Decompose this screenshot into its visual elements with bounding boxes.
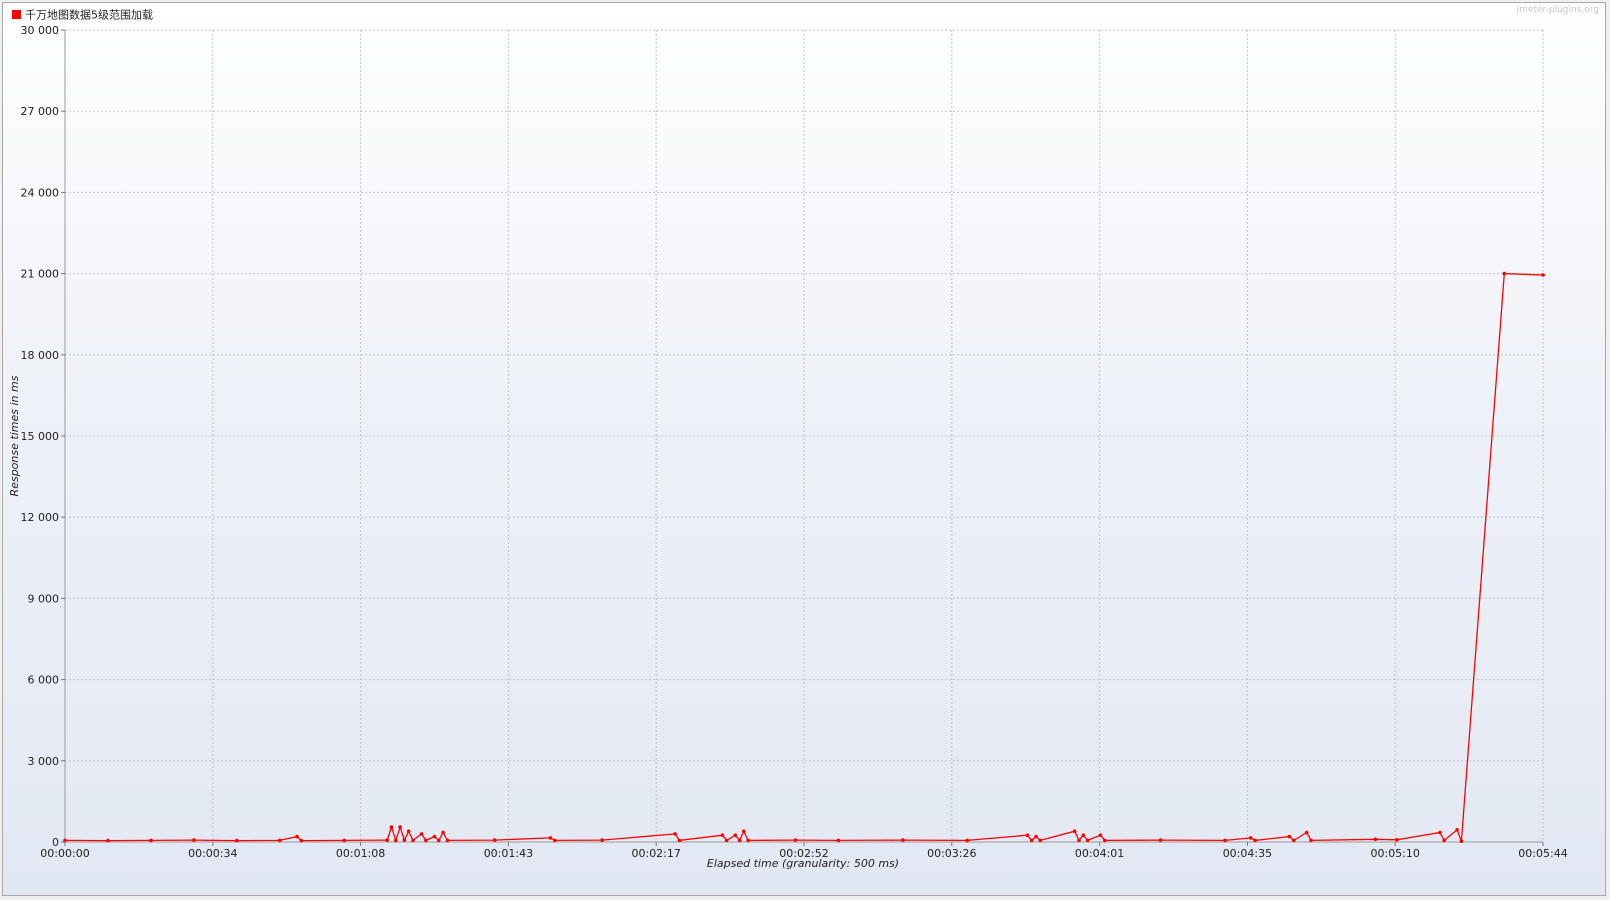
data-point: [1081, 833, 1086, 837]
y-tick-label: 24 000: [21, 186, 60, 199]
data-point: [398, 825, 402, 829]
x-tick-label: 00:05:10: [1370, 847, 1419, 860]
data-point: [673, 832, 677, 836]
data-point: [1455, 828, 1459, 832]
data-point: [1158, 838, 1163, 842]
data-point: [733, 833, 738, 837]
data-point: [600, 838, 604, 842]
data-point: [492, 838, 497, 842]
data-point: [389, 825, 394, 829]
y-tick-label: 18 000: [21, 349, 60, 362]
legend: 千万地图数据5级范围加载: [12, 8, 153, 22]
data-point: [553, 838, 557, 843]
data-point: [432, 834, 437, 839]
data-point: [1029, 838, 1034, 843]
data-point: [836, 838, 841, 843]
x-tick-label: 00:00:00: [40, 847, 89, 860]
y-tick-label: 27 000: [21, 105, 60, 118]
x-tick-label: 00:01:43: [484, 847, 533, 860]
data-point: [149, 838, 153, 843]
data-point: [1098, 833, 1103, 837]
data-point: [1072, 829, 1077, 833]
data-point: [394, 838, 398, 843]
data-point: [737, 838, 742, 843]
data-point: [295, 834, 299, 839]
data-point: [1395, 838, 1399, 842]
data-point: [1077, 838, 1081, 843]
grid: [65, 29, 1544, 842]
data-point: [742, 829, 746, 833]
y-tick-label: 15 000: [21, 430, 60, 443]
y-tick-label: 12 000: [21, 511, 60, 524]
data-point: [1034, 834, 1038, 839]
x-axis-title: Elapsed time (granularity: 500 ms): [707, 857, 899, 870]
data-point: [1459, 839, 1464, 843]
data-point: [419, 832, 424, 836]
data-point: [385, 838, 390, 842]
data-point: [437, 838, 441, 843]
data-point: [1438, 830, 1442, 835]
x-tick-label: 00:02:17: [631, 847, 680, 860]
data-point: [402, 838, 407, 842]
data-point: [1085, 838, 1090, 843]
x-tick-label: 00:04:35: [1223, 847, 1272, 860]
data-point: [406, 829, 411, 833]
data-point: [677, 838, 682, 843]
data-point: [1373, 837, 1378, 842]
data-point: [901, 838, 905, 842]
data-point: [1309, 838, 1313, 843]
data-point: [1541, 273, 1545, 277]
data-point: [720, 833, 725, 837]
x-tick-label: 00:03:26: [927, 847, 976, 860]
data-point: [342, 838, 347, 843]
data-point: [1223, 838, 1227, 843]
data-point: [724, 838, 729, 843]
y-tick-label: 30 000: [21, 24, 60, 37]
y-tick-label: 9 000: [28, 592, 60, 605]
data-point: [1249, 836, 1253, 840]
data-point: [106, 838, 110, 843]
data-point: [424, 838, 428, 843]
data-point: [411, 838, 415, 843]
data-point: [1502, 271, 1507, 276]
data-point: [235, 838, 239, 843]
data-point: [278, 838, 282, 843]
data-point: [1025, 833, 1030, 837]
legend-swatch: [12, 10, 21, 19]
data-point: [1287, 834, 1292, 839]
data-point: [965, 838, 970, 843]
chart-frame: 03 000 6 000 9 000 12 000 15 000 18 000 21 000…: [2, 2, 1606, 896]
data-point: [793, 838, 798, 842]
y-axis-ticks: 03 0006 0009 00012 00015 00018 00021 000…: [21, 24, 65, 849]
y-tick-label: 21 000: [21, 268, 60, 281]
y-axis-title: Response times in ms: [8, 375, 21, 496]
y-tick-label: 3 000: [28, 755, 60, 768]
data-point: [63, 838, 67, 843]
legend-label: 千万地图数据5级范围加载: [25, 8, 153, 22]
data-point: [441, 830, 445, 835]
x-tick-label: 00:04:01: [1075, 847, 1124, 860]
data-point: [1103, 838, 1107, 843]
data-point: [1304, 830, 1309, 835]
x-tick-label: 00:05:44: [1518, 847, 1567, 860]
data-point: [1292, 838, 1296, 843]
series-group: [63, 271, 1545, 843]
data-point: [1038, 838, 1043, 843]
x-tick-label: 00:00:34: [188, 847, 237, 860]
x-tick-label: 00:01:08: [336, 847, 385, 860]
data-point: [445, 838, 450, 843]
watermark: jmeter-plugins.org: [1516, 5, 1599, 15]
data-point: [192, 838, 196, 842]
y-tick-label: 6 000: [28, 674, 60, 687]
data-point: [1442, 838, 1446, 843]
data-point: [746, 838, 750, 843]
data-point: [299, 838, 304, 843]
response-times-chart: 03 0006 0009 00012 00015 00018 00021 000…: [8, 5, 1599, 870]
data-point: [548, 836, 553, 840]
data-point: [1253, 838, 1257, 843]
